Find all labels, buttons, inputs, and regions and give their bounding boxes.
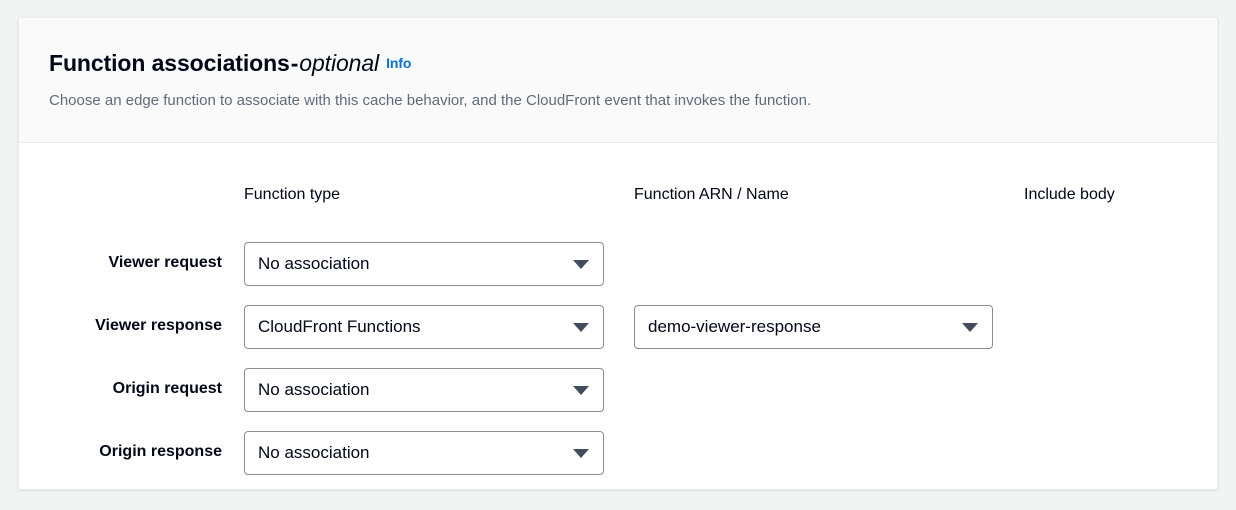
chevron-down-icon <box>573 386 589 395</box>
row-label-origin-response: Origin response <box>99 443 222 460</box>
select-function-type-origin-request[interactable]: No association <box>244 368 604 412</box>
function-associations-grid: Function type Function ARN / Name Includ… <box>19 144 1217 489</box>
select-value: No association <box>258 380 370 399</box>
panel-description: Choose an edge function to associate wit… <box>49 92 812 109</box>
row-label-origin-request: Origin request <box>112 380 222 397</box>
page-title: Function associations-optional Info <box>49 50 411 77</box>
select-value: No association <box>258 254 370 273</box>
column-header-include-body: Include body <box>1024 186 1115 203</box>
select-function-type-viewer-response[interactable]: CloudFront Functions <box>244 305 604 349</box>
page-title-dash: - <box>290 50 299 76</box>
column-header-function-type: Function type <box>244 186 341 203</box>
select-function-type-origin-response[interactable]: No association <box>244 431 604 475</box>
panel-header: Function associations-optional Info Choos… <box>19 18 1217 143</box>
info-link[interactable]: Info <box>386 55 411 71</box>
chevron-down-icon <box>573 260 589 269</box>
select-value: demo-viewer-response <box>648 317 821 336</box>
select-value: CloudFront Functions <box>258 317 421 336</box>
row-label-viewer-request: Viewer request <box>108 254 222 271</box>
chevron-down-icon <box>573 449 589 458</box>
select-value: No association <box>258 443 370 462</box>
select-function-arn-viewer-response[interactable]: demo-viewer-response <box>634 305 993 349</box>
column-header-function-arn: Function ARN / Name <box>634 186 789 203</box>
page-title-optional: optional <box>299 50 380 76</box>
function-associations-panel: Function associations-optional Info Choos… <box>18 17 1218 490</box>
select-function-type-viewer-request[interactable]: No association <box>244 242 604 286</box>
row-label-viewer-response: Viewer response <box>95 317 222 334</box>
chevron-down-icon <box>573 323 589 332</box>
chevron-down-icon <box>962 323 978 332</box>
page-title-main: Function associations <box>49 50 290 76</box>
